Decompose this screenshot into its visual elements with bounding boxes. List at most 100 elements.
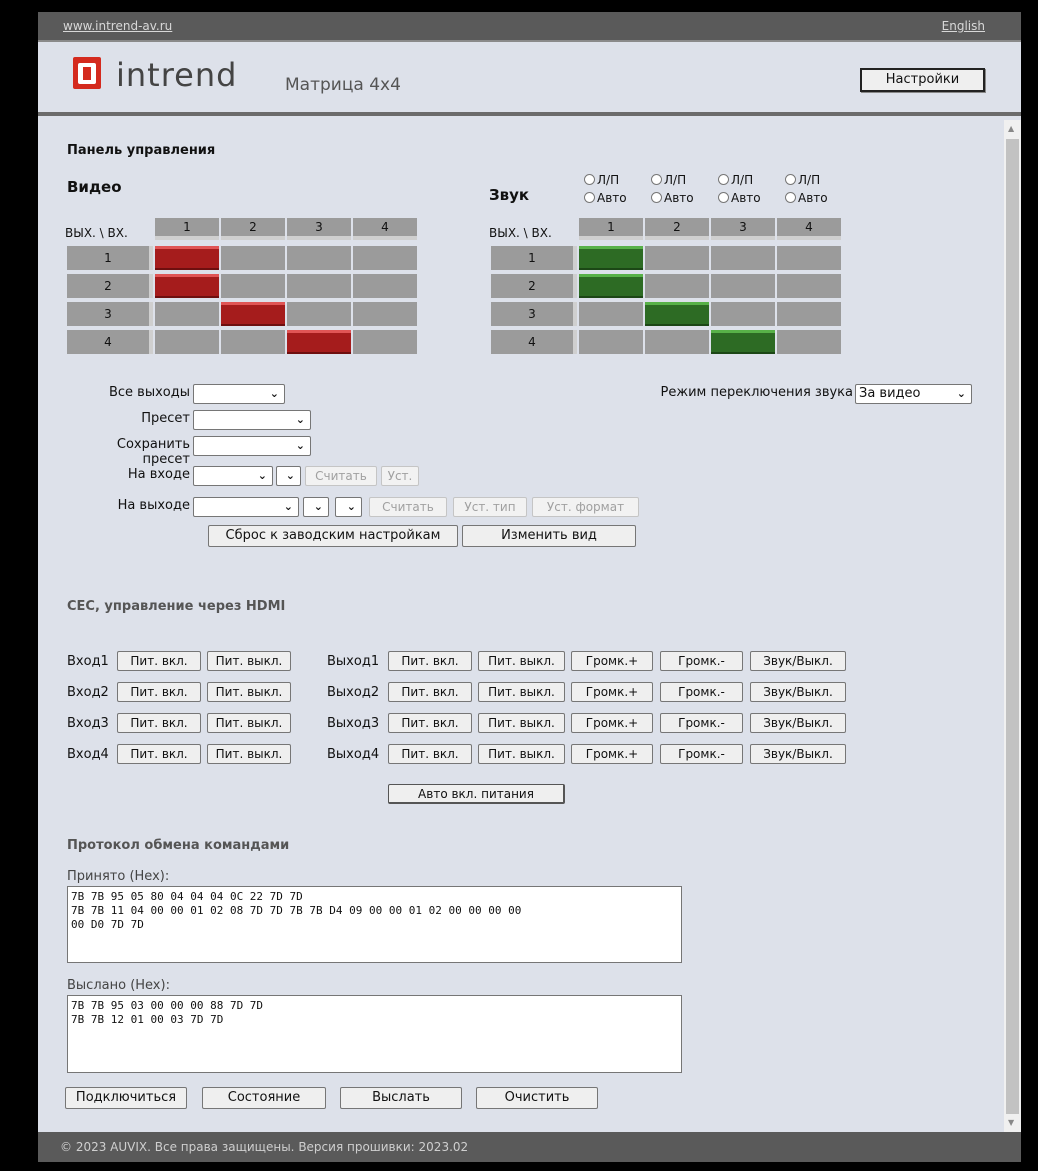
cec-mute-button[interactable]: Звук/Выкл. xyxy=(750,713,846,733)
cec-volume-down-button[interactable]: Громк.- xyxy=(660,713,743,733)
cec-output-power-off-button[interactable]: Пит. выкл. xyxy=(478,651,565,671)
output-set-type-button[interactable]: Уст. тип xyxy=(453,497,527,517)
cec-output-power-off-button[interactable]: Пит. выкл. xyxy=(478,744,565,764)
radio-circle-icon[interactable] xyxy=(718,174,729,185)
audio-route-cell[interactable] xyxy=(711,330,775,354)
audio-route-cell[interactable] xyxy=(579,274,643,298)
audio-route-cell[interactable] xyxy=(711,302,775,326)
cec-output-power-on-button[interactable]: Пит. вкл. xyxy=(388,682,472,702)
on-output-select-3[interactable]: ⌄ xyxy=(335,497,362,517)
video-route-cell[interactable] xyxy=(353,302,417,326)
site-link[interactable]: www.intrend-av.ru xyxy=(63,19,172,33)
clear-button[interactable]: Очистить xyxy=(476,1087,598,1109)
send-button[interactable]: Выслать xyxy=(340,1087,462,1109)
video-route-cell[interactable] xyxy=(155,274,219,298)
scroll-down-icon[interactable]: ▼ xyxy=(1008,1118,1014,1127)
on-input-select-2[interactable]: ⌄ xyxy=(276,466,301,486)
scrollbar[interactable]: ▲ ▼ xyxy=(1004,120,1021,1132)
cec-output-power-on-button[interactable]: Пит. вкл. xyxy=(388,744,472,764)
cec-volume-down-button[interactable]: Громк.- xyxy=(660,744,743,764)
save-preset-select[interactable]: ⌄ xyxy=(193,436,311,456)
scrollbar-thumb[interactable] xyxy=(1006,139,1019,1114)
audio-route-cell[interactable] xyxy=(777,246,841,270)
radio-auto[interactable]: Авто xyxy=(584,191,627,205)
radio-circle-icon[interactable] xyxy=(718,192,729,203)
cec-output-power-on-button[interactable]: Пит. вкл. xyxy=(388,651,472,671)
audio-route-cell[interactable] xyxy=(579,330,643,354)
cec-input-power-off-button[interactable]: Пит. выкл. xyxy=(207,651,291,671)
video-route-cell[interactable] xyxy=(287,274,351,298)
cec-volume-up-button[interactable]: Громк.+ xyxy=(571,744,653,764)
auto-power-button[interactable]: Авто вкл. питания xyxy=(388,784,565,804)
audio-route-cell[interactable] xyxy=(645,246,709,270)
video-route-cell[interactable] xyxy=(221,246,285,270)
language-link[interactable]: English xyxy=(942,19,985,33)
audio-route-cell[interactable] xyxy=(777,274,841,298)
audio-route-cell[interactable] xyxy=(645,274,709,298)
cec-input-power-on-button[interactable]: Пит. вкл. xyxy=(117,713,201,733)
audio-route-cell[interactable] xyxy=(645,302,709,326)
connect-button[interactable]: Подключиться xyxy=(65,1087,187,1109)
cec-output-power-off-button[interactable]: Пит. выкл. xyxy=(478,682,565,702)
cec-mute-button[interactable]: Звук/Выкл. xyxy=(750,744,846,764)
cec-mute-button[interactable]: Звук/Выкл. xyxy=(750,651,846,671)
cec-output-power-off-button[interactable]: Пит. выкл. xyxy=(478,713,565,733)
radio-circle-icon[interactable] xyxy=(651,192,662,203)
audio-route-cell[interactable] xyxy=(645,330,709,354)
cec-mute-button[interactable]: Звук/Выкл. xyxy=(750,682,846,702)
radio-lr[interactable]: Л/П xyxy=(651,173,686,187)
video-route-cell[interactable] xyxy=(221,330,285,354)
video-route-cell[interactable] xyxy=(221,274,285,298)
cec-output-power-on-button[interactable]: Пит. вкл. xyxy=(388,713,472,733)
radio-circle-icon[interactable] xyxy=(584,174,595,185)
on-input-select-1[interactable]: ⌄ xyxy=(193,466,273,486)
video-route-cell[interactable] xyxy=(155,302,219,326)
cec-volume-up-button[interactable]: Громк.+ xyxy=(571,651,653,671)
cec-volume-down-button[interactable]: Громк.- xyxy=(660,682,743,702)
cec-volume-up-button[interactable]: Громк.+ xyxy=(571,713,653,733)
audio-route-cell[interactable] xyxy=(579,302,643,326)
scroll-up-icon[interactable]: ▲ xyxy=(1008,124,1014,133)
cec-input-power-off-button[interactable]: Пит. выкл. xyxy=(207,713,291,733)
cec-input-power-off-button[interactable]: Пит. выкл. xyxy=(207,744,291,764)
received-textarea[interactable]: 7B 7B 95 05 80 04 04 04 0C 22 7D 7D 7B 7… xyxy=(67,886,682,963)
audio-route-cell[interactable] xyxy=(711,246,775,270)
radio-circle-icon[interactable] xyxy=(584,192,595,203)
audio-route-cell[interactable] xyxy=(579,246,643,270)
radio-circle-icon[interactable] xyxy=(651,174,662,185)
cec-input-power-off-button[interactable]: Пит. выкл. xyxy=(207,682,291,702)
video-route-cell[interactable] xyxy=(353,330,417,354)
video-route-cell[interactable] xyxy=(155,246,219,270)
radio-auto[interactable]: Авто xyxy=(785,191,828,205)
cec-volume-down-button[interactable]: Громк.- xyxy=(660,651,743,671)
video-route-cell[interactable] xyxy=(221,302,285,326)
cec-input-power-on-button[interactable]: Пит. вкл. xyxy=(117,744,201,764)
radio-lr[interactable]: Л/П xyxy=(584,173,619,187)
video-route-cell[interactable] xyxy=(353,246,417,270)
output-read-button[interactable]: Считать xyxy=(369,497,447,517)
output-set-format-button[interactable]: Уст. формат xyxy=(532,497,639,517)
video-route-cell[interactable] xyxy=(287,246,351,270)
change-view-button[interactable]: Изменить вид xyxy=(462,525,636,547)
state-button[interactable]: Состояние xyxy=(202,1087,326,1109)
cec-input-power-on-button[interactable]: Пит. вкл. xyxy=(117,682,201,702)
input-read-button[interactable]: Считать xyxy=(305,466,377,486)
radio-lr[interactable]: Л/П xyxy=(718,173,753,187)
on-output-select-1[interactable]: ⌄ xyxy=(193,497,299,517)
radio-circle-icon[interactable] xyxy=(785,192,796,203)
video-route-cell[interactable] xyxy=(155,330,219,354)
factory-reset-button[interactable]: Сброс к заводским настройкам xyxy=(208,525,458,547)
radio-auto[interactable]: Авто xyxy=(651,191,694,205)
input-set-button[interactable]: Уст. xyxy=(381,466,419,486)
settings-button[interactable]: Настройки xyxy=(860,68,985,92)
video-route-cell[interactable] xyxy=(287,330,351,354)
video-route-cell[interactable] xyxy=(287,302,351,326)
radio-auto[interactable]: Авто xyxy=(718,191,761,205)
audio-route-cell[interactable] xyxy=(777,330,841,354)
radio-lr[interactable]: Л/П xyxy=(785,173,820,187)
audio-mode-select[interactable]: За видео ⌄ xyxy=(855,384,972,404)
on-output-select-2[interactable]: ⌄ xyxy=(303,497,329,517)
audio-route-cell[interactable] xyxy=(777,302,841,326)
sent-textarea[interactable]: 7B 7B 95 03 00 00 00 88 7D 7D 7B 7B 12 0… xyxy=(67,995,682,1073)
cec-input-power-on-button[interactable]: Пит. вкл. xyxy=(117,651,201,671)
